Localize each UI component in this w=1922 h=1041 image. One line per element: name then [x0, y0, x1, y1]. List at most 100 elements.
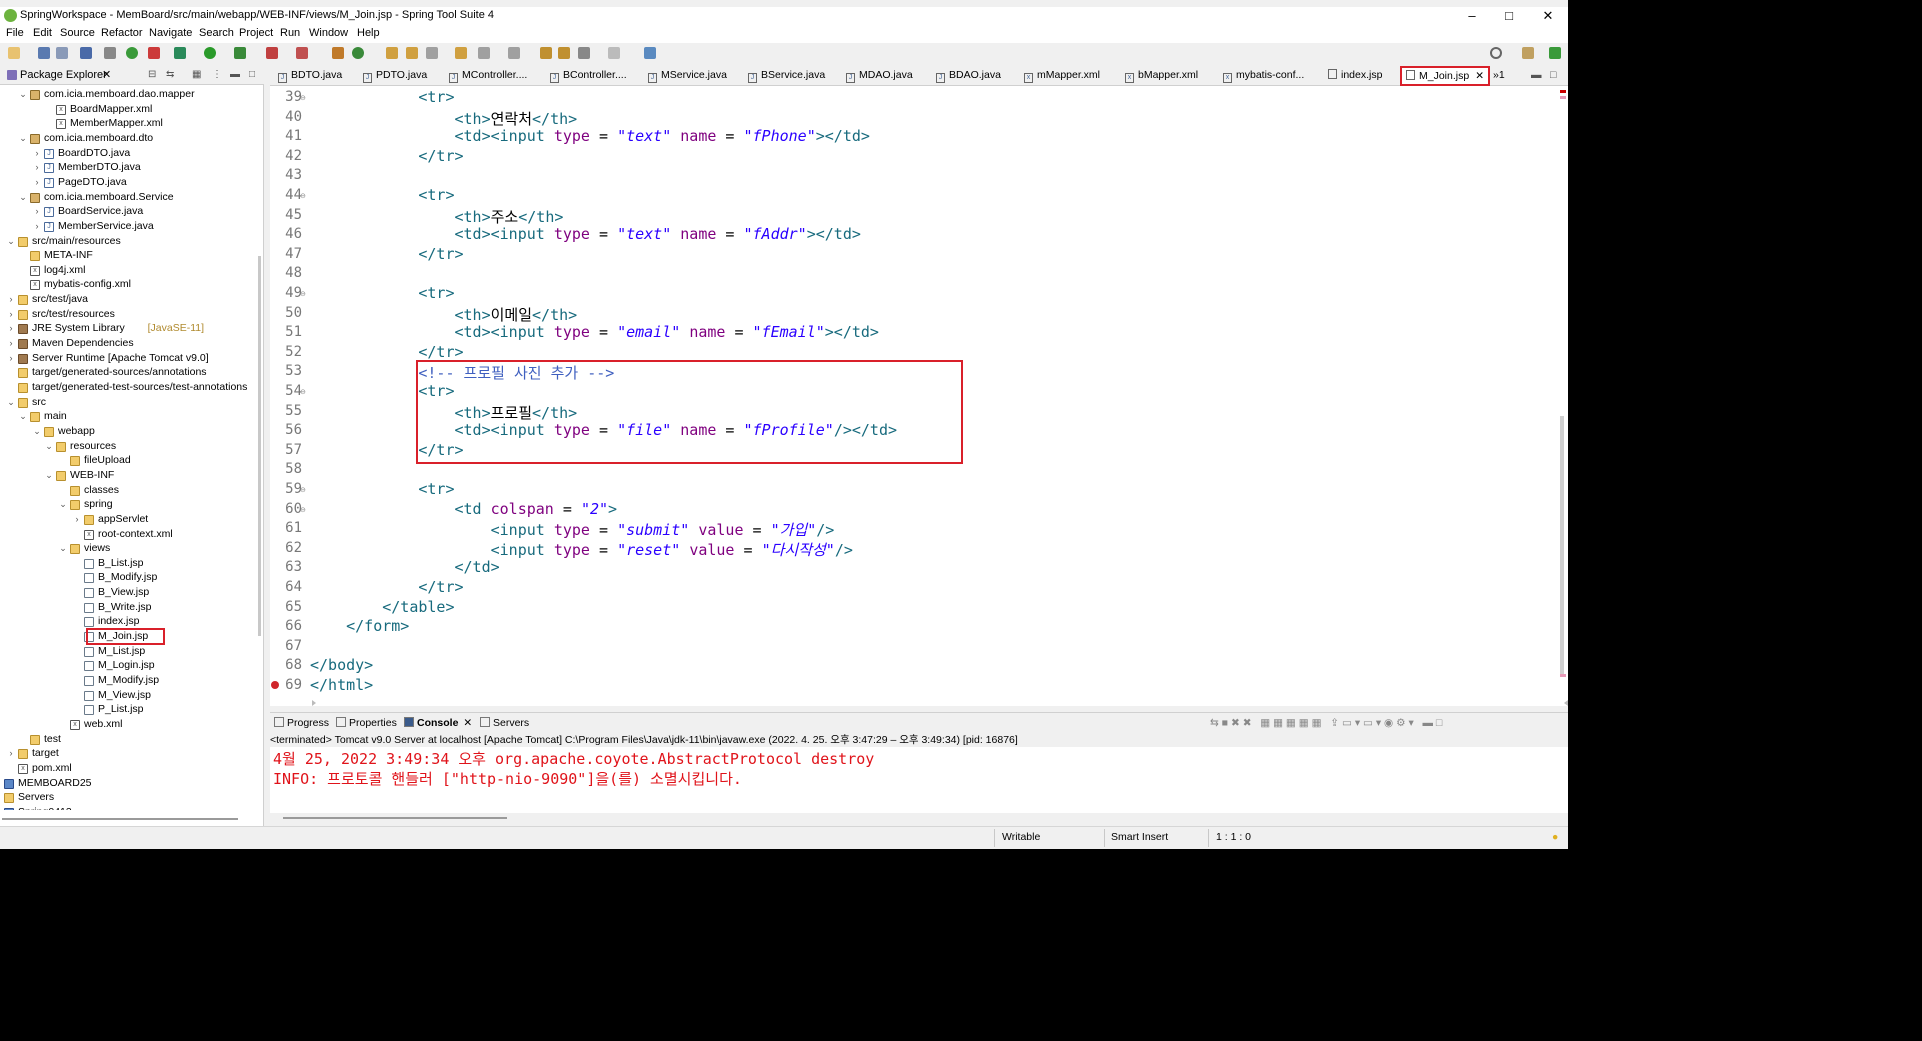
- forward-icon[interactable]: [608, 47, 620, 59]
- debug-icon[interactable]: [174, 47, 186, 59]
- chevron-right-icon[interactable]: ›: [32, 175, 42, 190]
- console-output[interactable]: 4월 25, 2022 3:49:34 오후 org.apache.coyote…: [270, 747, 1568, 813]
- chevron-down-icon[interactable]: ⌄: [44, 468, 54, 483]
- error-marker[interactable]: [1560, 90, 1566, 93]
- new-spring-project-icon[interactable]: [352, 47, 364, 59]
- tab-bcontroller[interactable]: J BController....: [550, 69, 627, 83]
- close-button[interactable]: ✕: [1534, 7, 1562, 25]
- chevron-down-icon[interactable]: ⌄: [44, 439, 54, 454]
- skip-breakpoints-icon[interactable]: [104, 47, 116, 59]
- chevron-right-icon[interactable]: ›: [6, 336, 16, 351]
- fold-icon[interactable]: ⊖: [300, 388, 306, 396]
- chevron-down-icon[interactable]: ⌄: [18, 190, 28, 205]
- close-icon[interactable]: ✕: [1475, 70, 1484, 82]
- tree-item[interactable]: ⌄ src/main/resources: [0, 234, 258, 249]
- tree-item[interactable]: › src/test/resources: [0, 307, 258, 322]
- tree-item[interactable]: M_View.jsp: [0, 688, 258, 703]
- tab-bservice[interactable]: J BService.java: [748, 69, 825, 83]
- menu-window[interactable]: Window: [309, 27, 348, 39]
- tab-properties[interactable]: Properties: [336, 717, 397, 729]
- tree-item[interactable]: M_List.jsp: [0, 644, 258, 659]
- tree-item[interactable]: › J MemberService.java: [0, 219, 258, 234]
- code-editor[interactable]: 39 ⊖ 40 41 42 43 44 ⊖ 45 46 47 48 49 ⊖ 50 51 52 53 54 ⊖ 55 56…: [270, 86, 1568, 706]
- tree-item[interactable]: › Server Runtime [Apache Tomcat v9.0]: [0, 351, 258, 366]
- menu-run[interactable]: Run: [280, 27, 300, 39]
- chevron-down-icon[interactable]: ⌄: [6, 395, 16, 410]
- menu-source[interactable]: Source: [60, 27, 95, 39]
- tree-item[interactable]: target/generated-test-sources/test-annot…: [0, 380, 258, 395]
- tree-item[interactable]: P_List.jsp: [0, 702, 258, 717]
- open-perspective-tool-icon[interactable]: [455, 47, 467, 59]
- chevron-down-icon[interactable]: ⌄: [18, 409, 28, 424]
- tree-item[interactable]: ⌄ com.icia.memboard.dao.mapper: [0, 87, 258, 102]
- tree-item[interactable]: ⌄ WEB-INF: [0, 468, 258, 483]
- tree-item[interactable]: › Maven Dependencies: [0, 336, 258, 351]
- chevron-right-icon[interactable]: ›: [6, 321, 16, 336]
- error-icon[interactable]: [271, 681, 279, 689]
- tab-progress[interactable]: Progress: [274, 717, 329, 729]
- tree-item[interactable]: › target: [0, 746, 258, 761]
- menu-refactor[interactable]: Refactor: [101, 27, 143, 39]
- tree-vertical-scrollbar[interactable]: [258, 256, 261, 636]
- menu-edit[interactable]: Edit: [33, 27, 52, 39]
- collapse-all-icon[interactable]: ⊟: [148, 69, 156, 80]
- last-edit2-icon[interactable]: [558, 47, 570, 59]
- tab-console[interactable]: Console ✕: [404, 717, 472, 729]
- tree-item[interactable]: META-INF: [0, 248, 258, 263]
- maximize-editor-icon[interactable]: □: [1550, 69, 1556, 81]
- console-horizontal-scrollbar[interactable]: [283, 817, 507, 819]
- menu-search[interactable]: Search: [199, 27, 234, 39]
- chevron-down-icon[interactable]: ⌄: [58, 497, 68, 512]
- tab-pdto[interactable]: J PDTO.java: [363, 69, 427, 83]
- search-icon[interactable]: [1490, 47, 1502, 59]
- save-all-icon[interactable]: [56, 47, 68, 59]
- minimize-view-icon[interactable]: ▬: [230, 69, 240, 80]
- annotation-prev-icon[interactable]: [508, 47, 520, 59]
- tree-item[interactable]: › J PageDTO.java: [0, 175, 258, 190]
- open-task-icon[interactable]: [406, 47, 418, 59]
- view-menu-icon[interactable]: ⋮: [212, 69, 222, 80]
- tab-mdao[interactable]: J MDAO.java: [846, 69, 913, 83]
- pin-editor-icon[interactable]: [644, 47, 656, 59]
- chevron-down-icon[interactable]: ⌄: [32, 424, 42, 439]
- tree-item[interactable]: › appServlet: [0, 512, 258, 527]
- tree-item[interactable]: ⌄ spring: [0, 497, 258, 512]
- tree-item[interactable]: M_Modify.jsp: [0, 673, 258, 688]
- minimize-editor-icon[interactable]: ▬: [1531, 69, 1542, 81]
- chevron-down-icon[interactable]: ⌄: [6, 234, 16, 249]
- fold-icon[interactable]: ⊖: [300, 486, 306, 494]
- chevron-down-icon[interactable]: ⌄: [18, 131, 28, 146]
- tab-m-join-jsp[interactable]: M_Join.jsp ✕: [1400, 66, 1491, 86]
- tab-servers[interactable]: Servers: [480, 717, 529, 729]
- tree-item[interactable]: B_Modify.jsp: [0, 570, 258, 585]
- tree-item[interactable]: ⌄ src: [0, 395, 258, 410]
- fold-icon[interactable]: ⊖: [300, 192, 306, 200]
- maximize-view-icon[interactable]: □: [249, 69, 255, 80]
- tip-bulb-icon[interactable]: ●: [1552, 831, 1558, 843]
- last-edit-icon[interactable]: [540, 47, 552, 59]
- coverage-icon[interactable]: [234, 47, 246, 59]
- tab-bmapper[interactable]: x bMapper.xml: [1125, 69, 1198, 83]
- back-icon[interactable]: [578, 47, 590, 59]
- chevron-right-icon[interactable]: ›: [32, 160, 42, 175]
- package-explorer-tab[interactable]: Package Explorer ✕ ⊟ ⇆ ▦ ⋮ ▬ □: [0, 66, 264, 85]
- tree-item[interactable]: B_View.jsp: [0, 585, 258, 600]
- relaunch-icon[interactable]: [148, 47, 160, 59]
- tree-item[interactable]: › JRE System Library [JavaSE-11]: [0, 321, 258, 336]
- search-tool-icon[interactable]: [426, 47, 438, 59]
- tree-item[interactable]: ⌄ views: [0, 541, 258, 556]
- chevron-right-icon[interactable]: ›: [6, 746, 16, 761]
- chevron-right-icon[interactable]: ›: [0, 776, 2, 791]
- chevron-right-icon[interactable]: ›: [6, 351, 16, 366]
- tree-item[interactable]: B_List.jsp: [0, 556, 258, 571]
- tree-item[interactable]: x web.xml: [0, 717, 258, 732]
- tree-item[interactable]: x BoardMapper.xml: [0, 102, 258, 117]
- close-icon[interactable]: ✕: [102, 68, 111, 81]
- fold-icon[interactable]: ⊖: [300, 94, 306, 102]
- tab-mcontroller[interactable]: J MController....: [449, 69, 527, 83]
- editor-horizontal-scrollbar[interactable]: [310, 698, 1568, 706]
- close-icon[interactable]: ✕: [463, 717, 472, 729]
- tree-horizontal-scrollbar[interactable]: [2, 818, 238, 820]
- menu-file[interactable]: File: [6, 27, 24, 39]
- maximize-button[interactable]: □: [1495, 7, 1523, 25]
